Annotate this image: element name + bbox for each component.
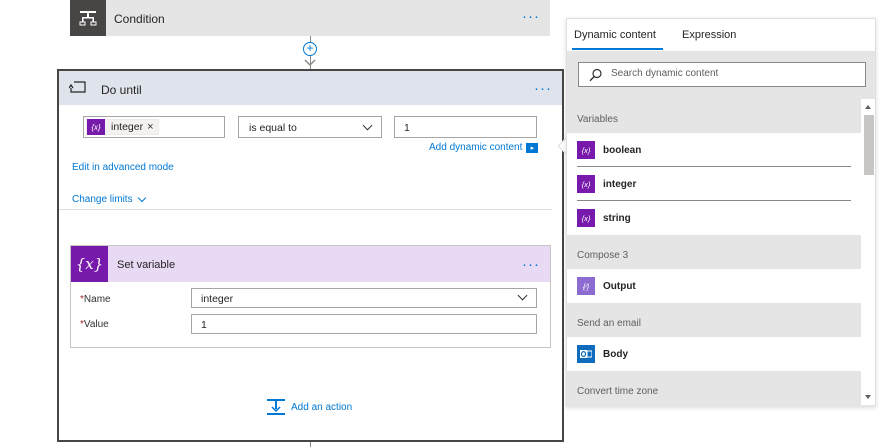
condition-right-operand[interactable]: 1: [394, 116, 537, 138]
remove-token-icon[interactable]: ×: [147, 121, 157, 133]
group-header: Convert time zone: [567, 371, 861, 405]
group-header: Variables: [567, 99, 861, 133]
tab-expression[interactable]: Expression: [682, 29, 736, 41]
insert-step-button[interactable]: +: [303, 42, 317, 56]
scroll-thumb[interactable]: [864, 115, 874, 175]
item-label: integer: [603, 179, 637, 190]
do-until-title: Do until: [101, 83, 142, 97]
search-input[interactable]: [609, 67, 859, 80]
compose-icon: {⁄}: [577, 277, 595, 295]
name-label: *Name: [80, 294, 111, 305]
chevron-down-icon: [137, 193, 146, 202]
add-action-button[interactable]: Add an action: [267, 399, 352, 415]
condition-icon: [70, 0, 106, 36]
scrollbar[interactable]: [861, 99, 875, 405]
set-variable-more-menu[interactable]: ···: [522, 257, 540, 272]
do-until-card: Do until ··· {x} integer × is equal to 1…: [57, 69, 564, 442]
connector-arrow-icon: [304, 58, 316, 67]
search-box[interactable]: [578, 62, 866, 87]
item-label: boolean: [603, 145, 642, 156]
value-label: *Value: [80, 319, 109, 330]
change-limits-link[interactable]: Change limits: [72, 193, 146, 205]
add-dynamic-label: Add dynamic content: [429, 142, 523, 153]
item-label: Output: [603, 281, 636, 292]
group-header: Send an email: [567, 303, 861, 337]
do-until-more-menu[interactable]: ···: [534, 81, 552, 96]
name-select[interactable]: integer: [191, 288, 537, 308]
dynamic-content-item[interactable]: Body: [567, 337, 861, 371]
dynamic-content-item[interactable]: {x} string: [567, 201, 861, 235]
dynamic-token[interactable]: {x} integer ×: [86, 119, 159, 135]
search-icon: [589, 68, 602, 82]
edit-advanced-mode-link[interactable]: Edit in advanced mode: [72, 162, 174, 173]
dynamic-content-item[interactable]: {x} integer: [567, 167, 861, 201]
active-tab-indicator: [572, 48, 663, 50]
dynamic-content-item[interactable]: {x} boolean: [567, 133, 861, 167]
variable-icon: {x}: [71, 246, 108, 282]
condition-left-operand[interactable]: {x} integer ×: [83, 116, 225, 138]
operator-value: is equal to: [249, 122, 297, 134]
variable-icon: {x}: [577, 141, 595, 159]
chevron-down-icon: [517, 290, 528, 301]
condition-more-menu[interactable]: ···: [522, 9, 540, 24]
item-label: Body: [603, 349, 628, 360]
variable-icon: {x}: [577, 209, 595, 227]
panel-body: Variables {x} boolean {x} integer {x} string Co…: [567, 51, 875, 407]
item-label: string: [603, 213, 631, 224]
operator-select[interactable]: is equal to: [238, 116, 382, 138]
add-dynamic-content-icon: ▸: [526, 142, 539, 153]
scroll-down-icon[interactable]: [865, 395, 871, 399]
add-action-label: Add an action: [291, 401, 353, 413]
set-variable-title: Set variable: [117, 259, 176, 271]
operand-value: 1: [404, 122, 410, 134]
variable-icon: {x}: [87, 119, 105, 135]
loop-icon: [68, 80, 87, 94]
dynamic-content-panel: Dynamic content Expression Variables {x} b…: [566, 18, 876, 407]
do-until-header[interactable]: Do until ···: [59, 71, 562, 105]
set-variable-header[interactable]: {x} Set variable ···: [71, 246, 550, 282]
scroll-up-icon[interactable]: [865, 105, 871, 109]
group-header: Compose 3: [567, 235, 861, 269]
add-dynamic-content-link[interactable]: Add dynamic content ▸: [429, 142, 539, 153]
outlook-icon: [577, 345, 595, 363]
panel-tabs: Dynamic content Expression: [567, 19, 875, 51]
tab-dynamic-content[interactable]: Dynamic content: [574, 29, 656, 41]
set-variable-card: {x} Set variable ··· *Name integer *Valu…: [70, 245, 551, 348]
value-value: 1: [201, 319, 207, 331]
condition-card[interactable]: Condition ···: [70, 0, 550, 36]
condition-title: Condition: [114, 12, 165, 26]
value-input[interactable]: 1: [191, 314, 537, 334]
token-label: integer: [111, 121, 144, 133]
chevron-down-icon: [362, 120, 373, 131]
name-value: integer: [201, 293, 234, 305]
add-action-icon: [267, 399, 285, 415]
variable-icon: {x}: [577, 175, 595, 193]
dynamic-content-item[interactable]: {⁄} Output: [567, 269, 861, 303]
divider: [59, 209, 552, 210]
change-limits-label: Change limits: [72, 194, 133, 205]
